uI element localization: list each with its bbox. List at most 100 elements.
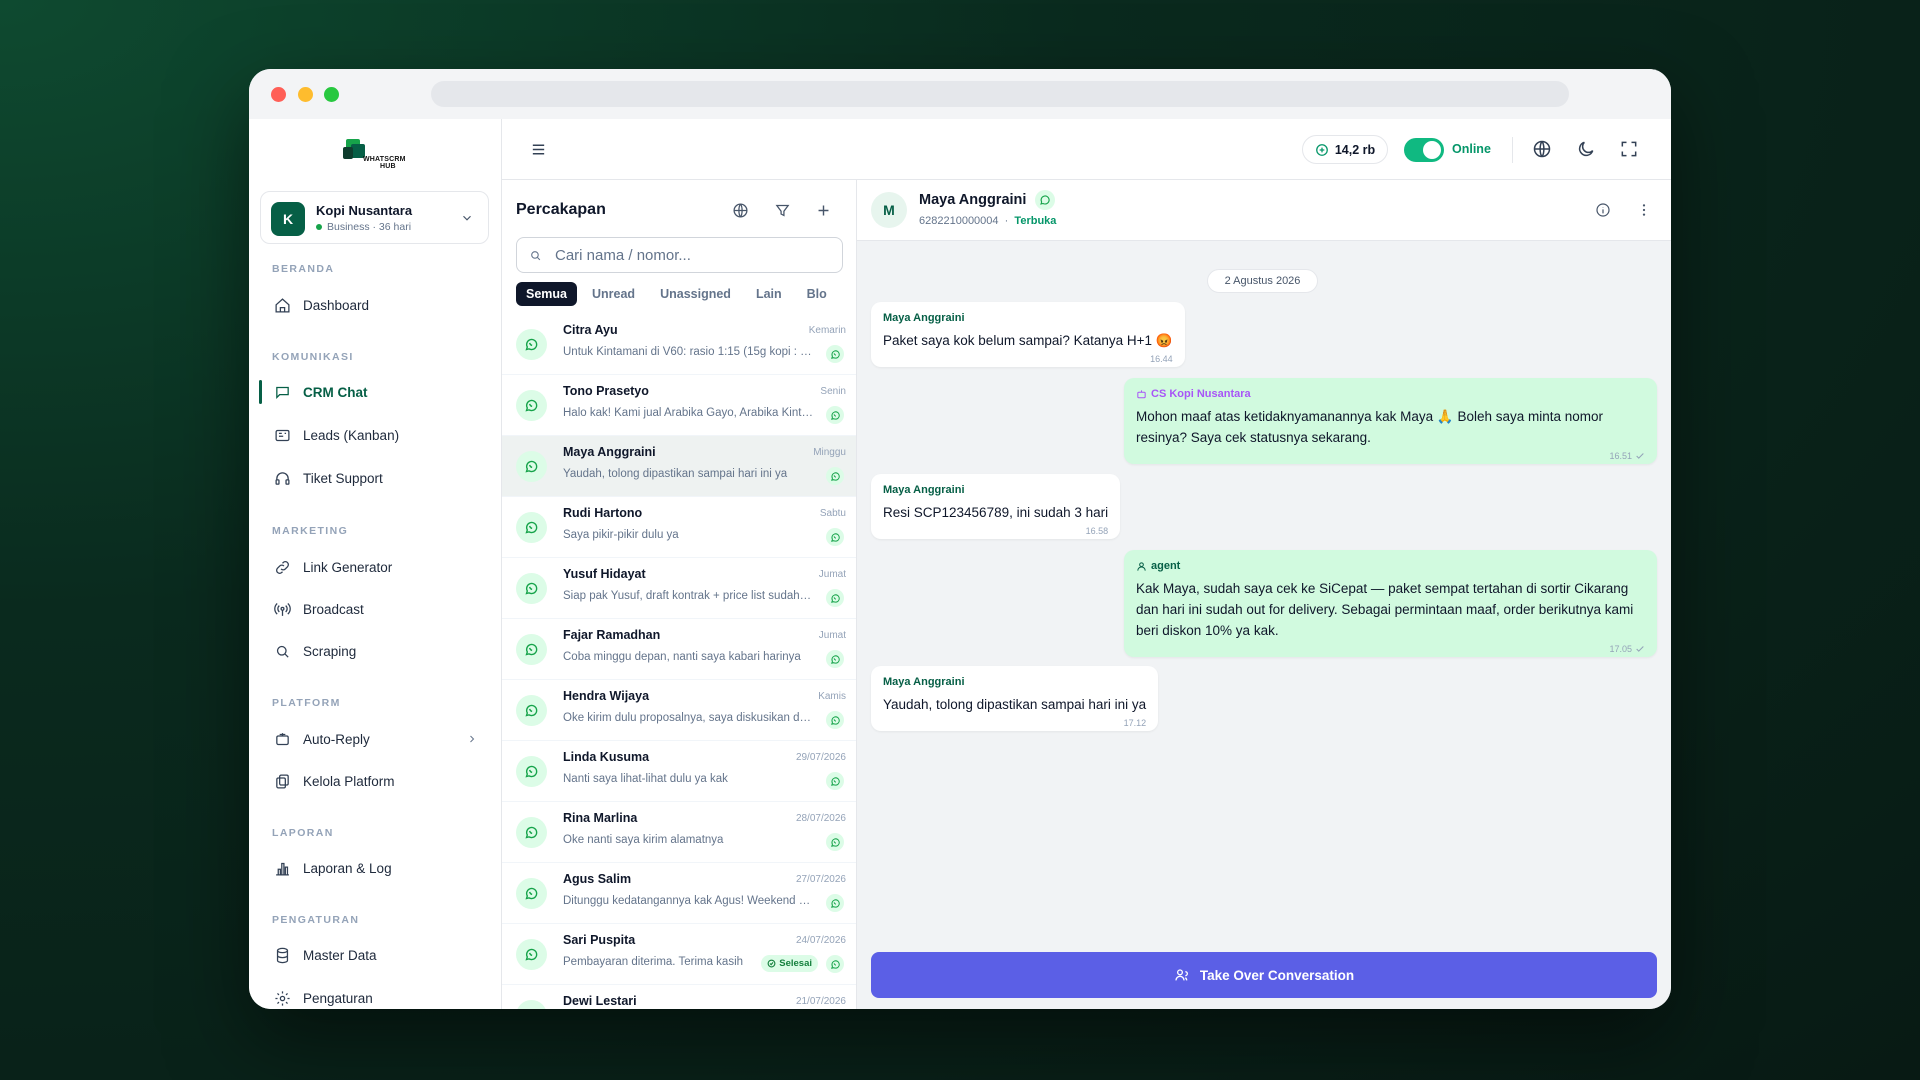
close-window-button[interactable]	[271, 87, 286, 102]
sidebar-item-auto-reply[interactable]: Auto-Reply	[260, 721, 492, 757]
conversation-item[interactable]: Citra Ayu Kemarin Untuk Kintamani di V60: …	[502, 314, 856, 375]
message-outgoing[interactable]: CS Kopi Nusantara Mohon maaf atas ketida…	[1124, 378, 1657, 464]
more-vertical-icon[interactable]	[1636, 202, 1652, 218]
message-time-text: 16.58	[1085, 526, 1109, 536]
globe-icon[interactable]	[1532, 139, 1552, 159]
check-circle-icon	[767, 959, 776, 968]
credit-balance[interactable]: 14,2 rb	[1302, 135, 1388, 164]
sidebar-item-crm-chat[interactable]: CRM Chat	[259, 374, 492, 410]
status-dot	[316, 224, 322, 230]
message-incoming[interactable]: Maya Anggraini Yaudah, tolong dipastikan…	[871, 666, 1159, 731]
whatsapp-icon	[516, 756, 547, 787]
bot-icon	[1137, 389, 1146, 398]
conversation-preview: Nanti saya lihat-lihat dulu ya kak	[563, 773, 728, 785]
sidebar-item-dashboard[interactable]: Dashboard	[260, 287, 492, 323]
minimize-window-button[interactable]	[298, 87, 313, 102]
message-author: Maya Anggraini	[883, 312, 965, 324]
message-incoming[interactable]: Maya Anggraini Paket saya kok belum samp…	[871, 302, 1185, 367]
sidebar-item-label: Leads (Kanban)	[303, 427, 400, 443]
online-toggle[interactable]	[1404, 138, 1444, 162]
database-icon	[276, 947, 289, 963]
link-icon	[276, 560, 289, 574]
moon-icon[interactable]	[1576, 139, 1596, 159]
account-avatar: K	[271, 202, 305, 236]
tab-unassigned[interactable]: Unassigned	[650, 282, 741, 306]
conversation-preview: Saya pikir-pikir dulu ya	[563, 529, 679, 541]
conversation-time: Sabtu	[819, 508, 846, 519]
tab-semua[interactable]: Semua	[516, 282, 577, 306]
message-time: 17.05	[1609, 644, 1645, 654]
conversation-time: Senin	[820, 386, 846, 397]
conversation-item[interactable]: Hendra Wijaya Kamis Oke kirim dulu proposa…	[502, 680, 856, 741]
globe-icon[interactable]	[732, 202, 749, 219]
whatsapp-channel-icon	[826, 589, 844, 607]
tab-unread[interactable]: Unread	[582, 282, 645, 306]
whatsapp-channel-icon	[826, 894, 844, 912]
sidebar-item-link-generator[interactable]: Link Generator	[260, 549, 492, 585]
whatsapp-icon	[516, 939, 547, 970]
conversation-preview: Siap pak Yusuf, draft kontrak + price li…	[563, 590, 813, 602]
address-bar[interactable]	[431, 81, 1569, 107]
message-time: 17.12	[1124, 718, 1147, 728]
conversation-item[interactable]: Agus Salim 27/07/2026 Ditunggu kedatangann…	[502, 863, 856, 924]
tab-lain[interactable]: Lain	[746, 282, 792, 306]
conversation-preview: Halo kak! Kami jual Arabika Gayo, Arabik…	[563, 407, 813, 419]
plus-icon[interactable]	[815, 202, 832, 219]
conversation-item[interactable]: Sari Puspita 24/07/2026 Pembayaran diterim…	[502, 924, 856, 985]
tab-blocked[interactable]: Blo	[797, 282, 837, 306]
sidebar-item-kelola-platform[interactable]: Kelola Platform	[260, 763, 492, 799]
conversation-item[interactable]: Maya Anggraini Minggu Yaudah, tolong dipas…	[502, 436, 856, 497]
conversation-preview: Oke kirim dulu proposalnya, saya diskusi…	[563, 712, 813, 724]
conversation-time: Kamis	[818, 691, 846, 702]
message-time-text: 17.05	[1609, 644, 1632, 654]
conversation-preview: Oke nanti saya kirim alamatnya	[563, 834, 724, 846]
conversation-time: Minggu	[813, 447, 846, 458]
conversation-list-title: Percakapan	[516, 201, 606, 218]
message-author: agent	[1136, 560, 1645, 572]
sidebar-item-pengaturan[interactable]: Pengaturan	[260, 980, 492, 1009]
message-text: Mohon maaf atas ketidaknyamanannya kak M…	[1136, 409, 1604, 445]
filter-icon[interactable]	[774, 202, 791, 219]
sidebar-item-leads[interactable]: Leads (Kanban)	[260, 417, 492, 453]
section-komunikasi: KOMUNIKASI	[272, 351, 354, 363]
conversation-name: Rina Marlina	[563, 811, 638, 825]
whatsapp-icon	[516, 329, 547, 360]
fullscreen-icon[interactable]	[1619, 139, 1639, 159]
conversation-item[interactable]: Tono Prasetyo Senin Halo kak! Kami jual Ar…	[502, 375, 856, 436]
maximize-window-button[interactable]	[324, 87, 339, 102]
message-author: Maya Anggraini	[883, 676, 965, 688]
take-over-conversation-button[interactable]: Take Over Conversation	[871, 952, 1657, 998]
message-incoming[interactable]: Maya Anggraini Resi SCP123456789, ini su…	[871, 474, 1121, 539]
menu-icon[interactable]	[530, 141, 547, 158]
sidebar-item-scraping[interactable]: Scraping	[260, 633, 492, 669]
whatsapp-icon	[516, 512, 547, 543]
account-switcher[interactable]: K Kopi Nusantara Business · 36 hari	[260, 191, 489, 244]
sidebar-item-master-data[interactable]: Master Data	[260, 937, 492, 973]
sidebar-item-broadcast[interactable]: Broadcast	[260, 591, 492, 627]
conversation-item[interactable]: Rudi Hartono Sabtu Saya pikir-pikir dulu y…	[502, 497, 856, 558]
conversation-list: Percakapan Semua Unread Unassigned Lain …	[502, 180, 857, 1009]
conversation-preview: Untuk Kintamani di V60: rasio 1:15 (15g …	[563, 346, 813, 358]
message-outgoing[interactable]: agent Kak Maya, sudah saya cek ke SiCepa…	[1124, 550, 1657, 657]
logo[interactable]: WHATSCRM HUB	[343, 139, 407, 173]
search-icon	[531, 251, 541, 261]
whatsapp-icon	[516, 451, 547, 482]
search-box	[516, 237, 843, 273]
conversation-item[interactable]: Dewi Lestari 21/07/2026	[502, 985, 856, 1009]
sidebar-item-label: Laporan & Log	[303, 860, 392, 876]
conversation-item[interactable]: Linda Kusuma 29/07/2026 Nanti saya lihat-l…	[502, 741, 856, 802]
chevron-right-icon	[470, 735, 475, 743]
conversation-item[interactable]: Fajar Ramadhan Jumat Coba minggu depan, na…	[502, 619, 856, 680]
sidebar-item-label: Auto-Reply	[303, 731, 370, 747]
sidebar-item-label: Kelola Platform	[303, 773, 395, 789]
contact-avatar[interactable]: M	[871, 192, 907, 228]
account-name: Kopi Nusantara	[316, 203, 413, 218]
conversation-item[interactable]: Rina Marlina 28/07/2026 Oke nanti saya kir…	[502, 802, 856, 863]
sidebar-item-laporan-log[interactable]: Laporan & Log	[260, 850, 492, 886]
filter-tabs: Semua Unread Unassigned Lain Blo	[516, 282, 843, 306]
search-input[interactable]	[555, 238, 835, 272]
logo-text: WHATSCRM HUB	[363, 156, 406, 170]
info-icon[interactable]	[1595, 202, 1611, 218]
sidebar-item-tiket-support[interactable]: Tiket Support	[260, 460, 492, 496]
conversation-item[interactable]: Yusuf Hidayat Jumat Siap pak Yusuf, draft …	[502, 558, 856, 619]
